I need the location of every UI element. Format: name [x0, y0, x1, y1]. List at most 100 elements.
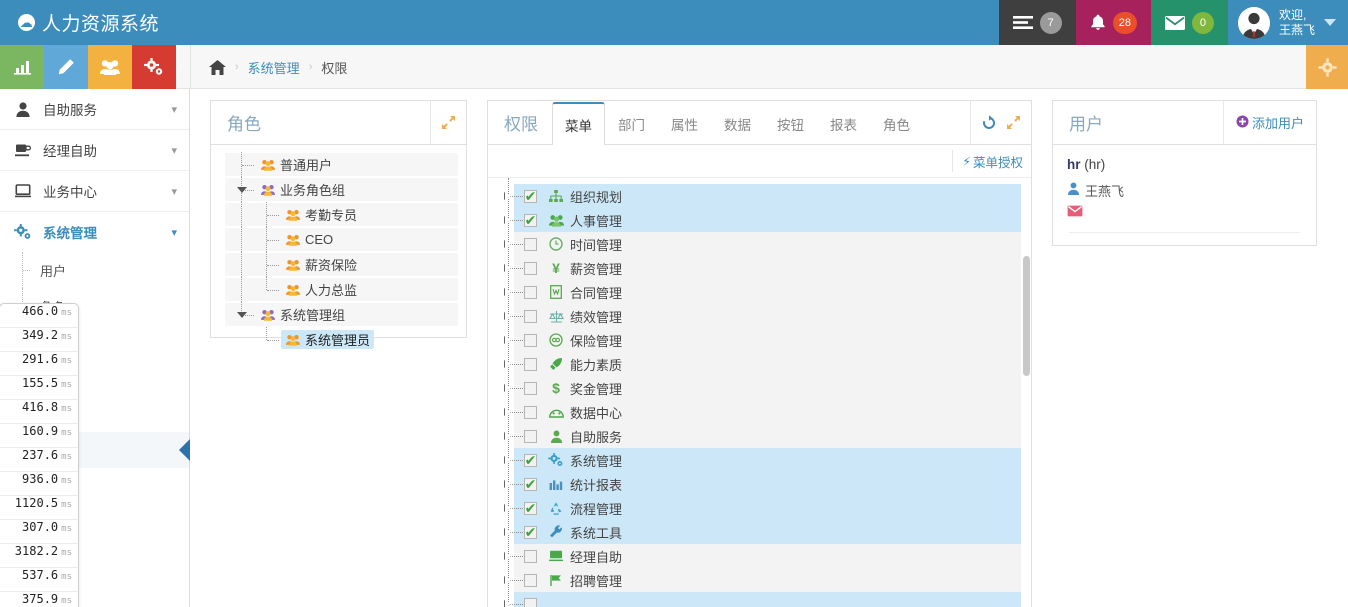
menu-checkbox[interactable]: ✔ — [524, 525, 537, 539]
pencil-icon[interactable] — [44, 45, 88, 89]
expand-arrows-icon[interactable] — [441, 115, 456, 130]
menu-checkbox[interactable]: ✔ — [524, 477, 537, 491]
profiler-row[interactable]: 237.6 ms — [0, 448, 78, 472]
menu-tree-row[interactable]: ✔ 流程管理 — [488, 496, 1031, 520]
roles-tree-row[interactable]: 考勤专员 — [211, 202, 466, 227]
menu-checkbox[interactable]: ✔ — [524, 189, 537, 203]
sidebar-item-system[interactable]: 系统管理 ▾ — [0, 212, 189, 252]
users-icon[interactable] — [88, 45, 132, 89]
menu-tree-row[interactable]: 数据中心 — [488, 400, 1031, 424]
menu-checkbox[interactable] — [524, 237, 537, 251]
menu-checkbox[interactable] — [524, 597, 537, 607]
profiler-row[interactable]: 291.6 ms — [0, 352, 78, 376]
tab-department[interactable]: 部门 — [605, 102, 658, 145]
role-label-wrap[interactable]: 考勤专员 — [281, 205, 361, 224]
menu-checkbox[interactable] — [524, 429, 537, 443]
roles-tree-row[interactable]: 系统管理组 — [211, 302, 466, 327]
menu-tree-row[interactable]: 经理自助 — [488, 544, 1031, 568]
menu-tree-row[interactable]: 能力素质 — [488, 352, 1031, 376]
menu-checkbox[interactable] — [524, 405, 537, 419]
menu-tree-row[interactable]: 保险管理 — [488, 328, 1031, 352]
profiler-row[interactable]: 466.0 ms — [0, 304, 78, 328]
tab-button[interactable]: 按钮 — [764, 102, 817, 145]
profiler-row[interactable]: 416.8 ms — [0, 400, 78, 424]
menu-tree-row[interactable]: ✔ 系统工具 — [488, 520, 1031, 544]
menu-checkbox[interactable] — [524, 285, 537, 299]
profiler-unit: ms — [61, 596, 72, 606]
profiler-row[interactable]: 160.9 ms — [0, 424, 78, 448]
user-menu-button[interactable]: 欢迎, 王燕飞 — [1227, 0, 1348, 45]
roles-tree-row[interactable]: 普通用户 — [211, 152, 466, 177]
profiler-row[interactable]: 1120.5 ms — [0, 496, 78, 520]
menu-checkbox[interactable]: ✔ — [524, 213, 537, 227]
roles-tree-row[interactable]: CEO — [211, 227, 466, 252]
sidebar-item-business[interactable]: 业务中心 ▾ — [0, 171, 189, 211]
role-label-wrap[interactable]: 系统管理组 — [256, 305, 349, 324]
roles-tree-row[interactable]: 人力总监 — [211, 277, 466, 302]
menu-checkbox[interactable]: ✔ — [524, 453, 537, 467]
tree-expander[interactable] — [237, 311, 247, 318]
profiler-row[interactable]: 349.2 ms — [0, 328, 78, 352]
menu-tree-row[interactable]: 绩效管理 — [488, 304, 1031, 328]
role-label-wrap-selected[interactable]: 系统管理员 — [281, 330, 375, 349]
role-label-wrap[interactable]: 业务角色组 — [256, 180, 349, 199]
menu-tree-row[interactable]: 合同管理 — [488, 280, 1031, 304]
menu-checkbox[interactable] — [524, 333, 537, 347]
profiler-row[interactable]: 936.0 ms — [0, 472, 78, 496]
menu-tree-row[interactable]: 自助服务 — [488, 424, 1031, 448]
menu-tree-row[interactable]: ✔ 统计报表 — [488, 472, 1031, 496]
menu-tree-row[interactable]: 时间管理 — [488, 232, 1031, 256]
sidebar-item-selfservice[interactable]: 自助服务 ▾ — [0, 89, 189, 129]
menu-checkbox[interactable]: ✔ — [524, 501, 537, 515]
menu-tree-row[interactable]: 招聘管理 — [488, 568, 1031, 592]
menu-authorize-button[interactable]: ⚡ 菜单授权 — [952, 150, 1023, 172]
sidebar-item-users[interactable]: 用户 — [0, 252, 189, 288]
home-icon[interactable] — [209, 59, 226, 75]
profiler-row[interactable]: 3182.2 ms — [0, 544, 78, 568]
menu-tree-row[interactable]: ✔ 系统管理 — [488, 448, 1031, 472]
mail-menu-button[interactable]: 0 — [1150, 0, 1228, 45]
menu-tree-row[interactable]: ✔ 人事管理 — [488, 208, 1031, 232]
menu-checkbox[interactable] — [524, 573, 537, 587]
menu-checkbox[interactable] — [524, 309, 537, 323]
profiler-row[interactable]: 375.9 ms — [0, 592, 78, 607]
brand-logo[interactable]: ☁ 人力资源系统 — [0, 0, 190, 45]
role-label-wrap[interactable]: 人力总监 — [281, 280, 361, 299]
tab-attribute[interactable]: 属性 — [658, 102, 711, 145]
tab-data[interactable]: 数据 — [711, 102, 764, 145]
tab-report[interactable]: 报表 — [817, 102, 870, 145]
profiler-row[interactable]: 537.6 ms — [0, 568, 78, 592]
menu-tree-row[interactable]: ¥ 薪资管理 — [488, 256, 1031, 280]
add-user-button[interactable]: 添加用户 — [1222, 101, 1316, 144]
gear-icon[interactable] — [1306, 45, 1348, 89]
profiler-row[interactable]: 155.5 ms — [0, 376, 78, 400]
breadcrumb-item-system[interactable]: 系统管理 — [248, 58, 300, 77]
alerts-menu-button[interactable]: 28 — [1075, 0, 1151, 45]
sidebar-item-manager[interactable]: 经理自助 ▾ — [0, 130, 189, 170]
cogs-icon[interactable] — [132, 45, 176, 89]
refresh-icon[interactable] — [981, 114, 997, 131]
role-label-wrap[interactable]: CEO — [281, 232, 337, 247]
tasks-menu-button[interactable]: 7 — [998, 0, 1076, 45]
menu-tree-row[interactable]: ✔ 组织规划 — [488, 184, 1031, 208]
roles-tree-row[interactable]: 系统管理员 — [211, 327, 466, 352]
menu-checkbox[interactable] — [524, 381, 537, 395]
menu-tree-row[interactable] — [488, 592, 1031, 607]
tab-role[interactable]: 角色 — [870, 102, 923, 145]
role-label-wrap[interactable]: 薪资保险 — [281, 255, 361, 274]
menu-checkbox[interactable] — [524, 261, 537, 275]
menu-checkbox[interactable] — [524, 549, 537, 563]
profiler-row[interactable]: 307.0 ms — [0, 520, 78, 544]
role-label-wrap[interactable]: 普通用户 — [256, 155, 336, 174]
menu-checkbox[interactable] — [524, 357, 537, 371]
menu-tree-scrollbar[interactable] — [1023, 256, 1030, 376]
roles-tree-row[interactable]: 薪资保险 — [211, 252, 466, 277]
chart-icon[interactable] — [0, 45, 44, 89]
tree-expander[interactable] — [237, 186, 247, 193]
tab-menu[interactable]: 菜单 — [552, 102, 605, 145]
menu-tree-row[interactable]: $ 奖金管理 — [488, 376, 1031, 400]
roles-tree-row[interactable]: 业务角色组 — [211, 177, 466, 202]
user-mail-line[interactable] — [1067, 201, 1302, 223]
expand-arrows-icon[interactable] — [1006, 115, 1021, 130]
profiler-timing-overlay[interactable]: 466.0 ms 349.2 ms 291.6 ms 155.5 ms 416.8 ms … — [0, 303, 79, 607]
